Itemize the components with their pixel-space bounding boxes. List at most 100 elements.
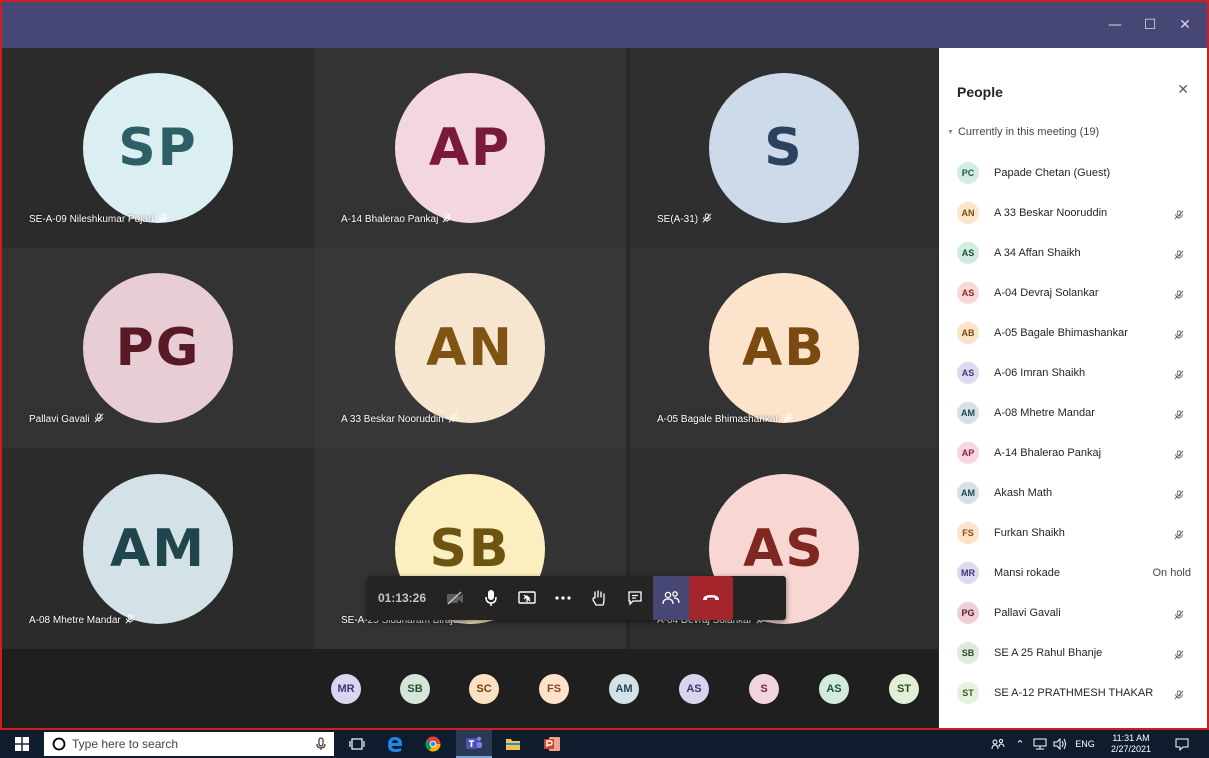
meeting-section-header[interactable]: ▼ Currently in this meeting (19) — [947, 126, 1099, 138]
chat-button[interactable] — [617, 576, 653, 620]
powerpoint-button[interactable] — [534, 730, 570, 758]
powerpoint-icon — [544, 737, 560, 751]
participant-list-item[interactable]: AS A-06 Imran Shaikh — [939, 353, 1207, 393]
overflow-avatar[interactable]: SB — [400, 674, 430, 704]
overflow-avatar[interactable]: AS — [819, 674, 849, 704]
windows-taskbar: Type here to search ⌃ ENG 11:31 AM 2/27/… — [0, 730, 1209, 758]
participant-name: A 34 Affan Shaikh — [994, 247, 1081, 259]
mic-off-icon — [702, 213, 712, 226]
avatar: AB — [709, 273, 859, 423]
mic-off-icon — [1174, 327, 1187, 340]
search-circle-icon — [52, 737, 66, 751]
clock[interactable]: 11:31 AM 2/27/2021 — [1100, 730, 1162, 758]
avatar: AN — [957, 202, 979, 224]
overflow-avatar[interactable]: S — [749, 674, 779, 704]
tray-chevron-icon[interactable]: ⌃ — [1012, 730, 1028, 758]
overflow-avatar[interactable]: SC — [469, 674, 499, 704]
participant-list-item[interactable]: AP A-14 Bhalerao Pankaj — [939, 433, 1207, 473]
close-icon[interactable]: ✕ — [1170, 2, 1200, 48]
file-explorer-button[interactable] — [496, 730, 530, 758]
action-center-button[interactable] — [1168, 730, 1196, 758]
participant-name: Pallavi Gavali — [29, 414, 90, 425]
overflow-avatar[interactable]: AM — [609, 674, 639, 704]
chevron-down-icon: ▼ — [947, 128, 954, 136]
mic-off-icon — [1174, 407, 1187, 420]
raise-hand-button[interactable] — [581, 576, 617, 620]
chrome-icon — [425, 736, 441, 752]
taskbar-search-input[interactable]: Type here to search — [44, 732, 334, 756]
avatar: PG — [83, 273, 233, 423]
overflow-avatar[interactable]: MR — [331, 674, 361, 704]
participant-name-label: A 33 Beskar Nooruddin — [341, 413, 458, 426]
minimize-icon[interactable]: — — [1100, 2, 1130, 48]
chrome-button[interactable] — [416, 730, 450, 758]
avatar: MR — [957, 562, 979, 584]
participant-name-label: A-14 Bhalerao Pankaj — [341, 213, 452, 226]
participant-list-item[interactable]: PC Papade Chetan (Guest) — [939, 153, 1207, 193]
video-tile[interactable]: S SE(A-31) — [630, 48, 938, 248]
mic-off-icon — [1174, 247, 1187, 260]
participant-name: A 33 Beskar Nooruddin — [994, 207, 1108, 219]
language-indicator[interactable]: ENG — [1072, 730, 1098, 758]
hang-up-button[interactable] — [689, 576, 733, 620]
video-tile[interactable]: PG Pallavi Gavali — [2, 248, 314, 448]
call-controls-bar: 01:13:26 — [367, 576, 786, 620]
participant-list-item[interactable]: FS Furkan Shaikh — [939, 513, 1207, 553]
avatar: PC — [957, 162, 979, 184]
participant-name: A-14 Bhalerao Pankaj — [994, 447, 1102, 459]
volume-tray-button[interactable] — [1050, 730, 1070, 758]
video-tile[interactable]: AM A-08 Mhetre Mandar — [2, 448, 314, 649]
teams-button[interactable] — [456, 730, 492, 758]
avatar: AS — [957, 362, 979, 384]
start-button[interactable] — [8, 730, 36, 758]
participant-list-item[interactable]: ST SE A-12 PRATHMESH THAKAR — [939, 673, 1207, 713]
video-tile[interactable]: AN A 33 Beskar Nooruddin — [314, 248, 626, 448]
overflow-avatar[interactable]: AS — [679, 674, 709, 704]
network-icon — [1033, 738, 1047, 750]
video-tile[interactable]: SP SE-A-09 Nileshkumar Pujari — [2, 48, 314, 248]
overflow-avatar[interactable]: FS — [539, 674, 569, 704]
avatar: AB — [957, 322, 979, 344]
volume-icon — [1053, 738, 1066, 750]
close-panel-icon[interactable]: ✕ — [1177, 82, 1189, 98]
participant-list-item[interactable]: AB A-05 Bagale Bhimashankar — [939, 313, 1207, 353]
participant-list-item[interactable]: AM Akash Math — [939, 473, 1207, 513]
participant-list-item[interactable]: AM A-08 Mhetre Mandar — [939, 393, 1207, 433]
participant-status: On hold — [1152, 567, 1191, 579]
share-screen-button[interactable] — [509, 576, 545, 620]
maximize-icon[interactable]: ☐ — [1135, 2, 1165, 48]
mic-off-icon — [94, 413, 104, 426]
mic-off-icon — [442, 213, 452, 226]
more-icon — [555, 596, 571, 600]
cortana-mic-icon[interactable] — [316, 737, 326, 751]
participant-list-item[interactable]: PG Pallavi Gavali — [939, 593, 1207, 633]
network-tray-button[interactable] — [1030, 730, 1050, 758]
camera-toggle-button[interactable] — [437, 576, 473, 620]
avatar: AN — [395, 273, 545, 423]
participant-list-item[interactable]: AN A 33 Beskar Nooruddin — [939, 193, 1207, 233]
more-actions-button[interactable] — [545, 576, 581, 620]
participant-list-item[interactable]: AS A 34 Affan Shaikh — [939, 233, 1207, 273]
overflow-avatar[interactable]: ST — [889, 674, 919, 704]
participant-list-item[interactable]: MR Mansi rokade On hold — [939, 553, 1207, 593]
avatar: AS — [957, 282, 979, 304]
avatar: ST — [957, 682, 979, 704]
clock-date: 2/27/2021 — [1110, 744, 1152, 754]
participant-list-item[interactable]: AS A-04 Devraj Solankar — [939, 273, 1207, 313]
participant-list-item[interactable]: SB SE A 25 Rahul Bhanje — [939, 633, 1207, 673]
people-panel-title: People — [957, 84, 1003, 100]
task-view-icon — [349, 738, 365, 750]
microphone-toggle-button[interactable] — [473, 576, 509, 620]
share-screen-icon — [518, 591, 536, 604]
edge-button[interactable] — [378, 730, 412, 758]
mic-off-icon — [1174, 527, 1187, 540]
task-view-button[interactable] — [340, 730, 374, 758]
mic-off-icon — [1174, 607, 1187, 620]
participants-button[interactable] — [653, 576, 689, 620]
participant-name: A-08 Mhetre Mandar — [29, 615, 121, 626]
video-tile[interactable]: AB A-05 Bagale Bhimashankar — [630, 248, 938, 448]
video-tile[interactable]: AP A-14 Bhalerao Pankaj — [314, 48, 626, 248]
people-tray-button[interactable] — [988, 730, 1008, 758]
mic-off-icon — [1174, 447, 1187, 460]
meeting-section-label: Currently in this meeting (19) — [957, 126, 1100, 138]
